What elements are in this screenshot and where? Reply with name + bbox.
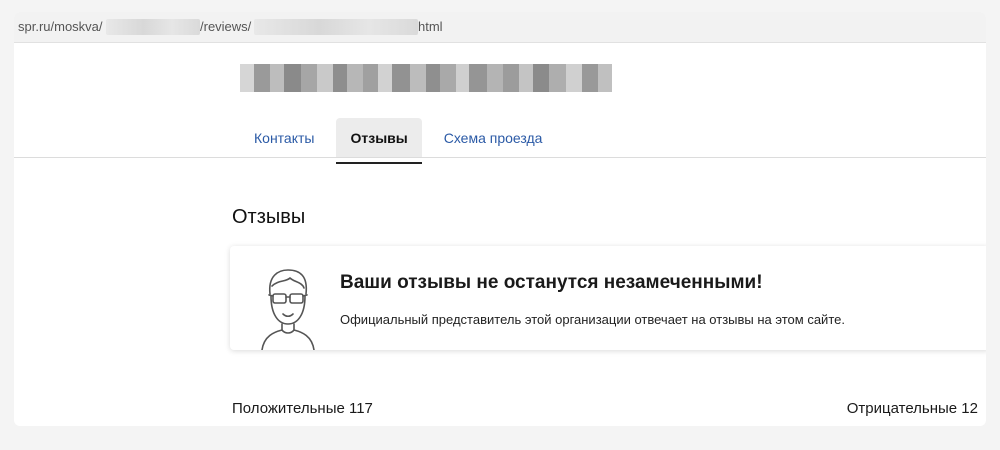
notice-title: Ваши отзывы не останутся незамеченными!: [340, 272, 763, 293]
url-text-extension: html: [418, 19, 443, 34]
tab-route-map[interactable]: Схема проезда: [430, 118, 557, 158]
person-with-glasses-icon: [261, 269, 315, 350]
organization-name-blurred: [240, 64, 612, 92]
page-title: Отзывы: [232, 206, 306, 228]
official-response-notice: Ваши отзывы не останутся незамеченными! …: [230, 246, 986, 350]
tab-reviews[interactable]: Отзывы: [336, 118, 422, 164]
url-blurred-segment: [106, 19, 200, 35]
filter-negative-reviews[interactable]: Отрицательные 12: [847, 400, 978, 417]
browser-window: spr.ru/moskva/ /reviews/ html Контакты О: [14, 12, 986, 426]
tabs-divider: [14, 157, 986, 158]
filter-positive-reviews[interactable]: Положительные 117: [232, 400, 373, 417]
url-text-domain: spr.ru/moskva/: [18, 19, 103, 34]
url-blurred-segment: [254, 19, 418, 35]
address-bar[interactable]: spr.ru/moskva/ /reviews/ html: [14, 12, 986, 43]
tab-contacts[interactable]: Контакты: [240, 118, 328, 158]
notice-text: Официальный представитель этой организац…: [340, 312, 845, 327]
tab-bar: Контакты Отзывы Схема проезда: [240, 118, 564, 170]
url-text-reviews: /reviews/: [200, 19, 252, 34]
